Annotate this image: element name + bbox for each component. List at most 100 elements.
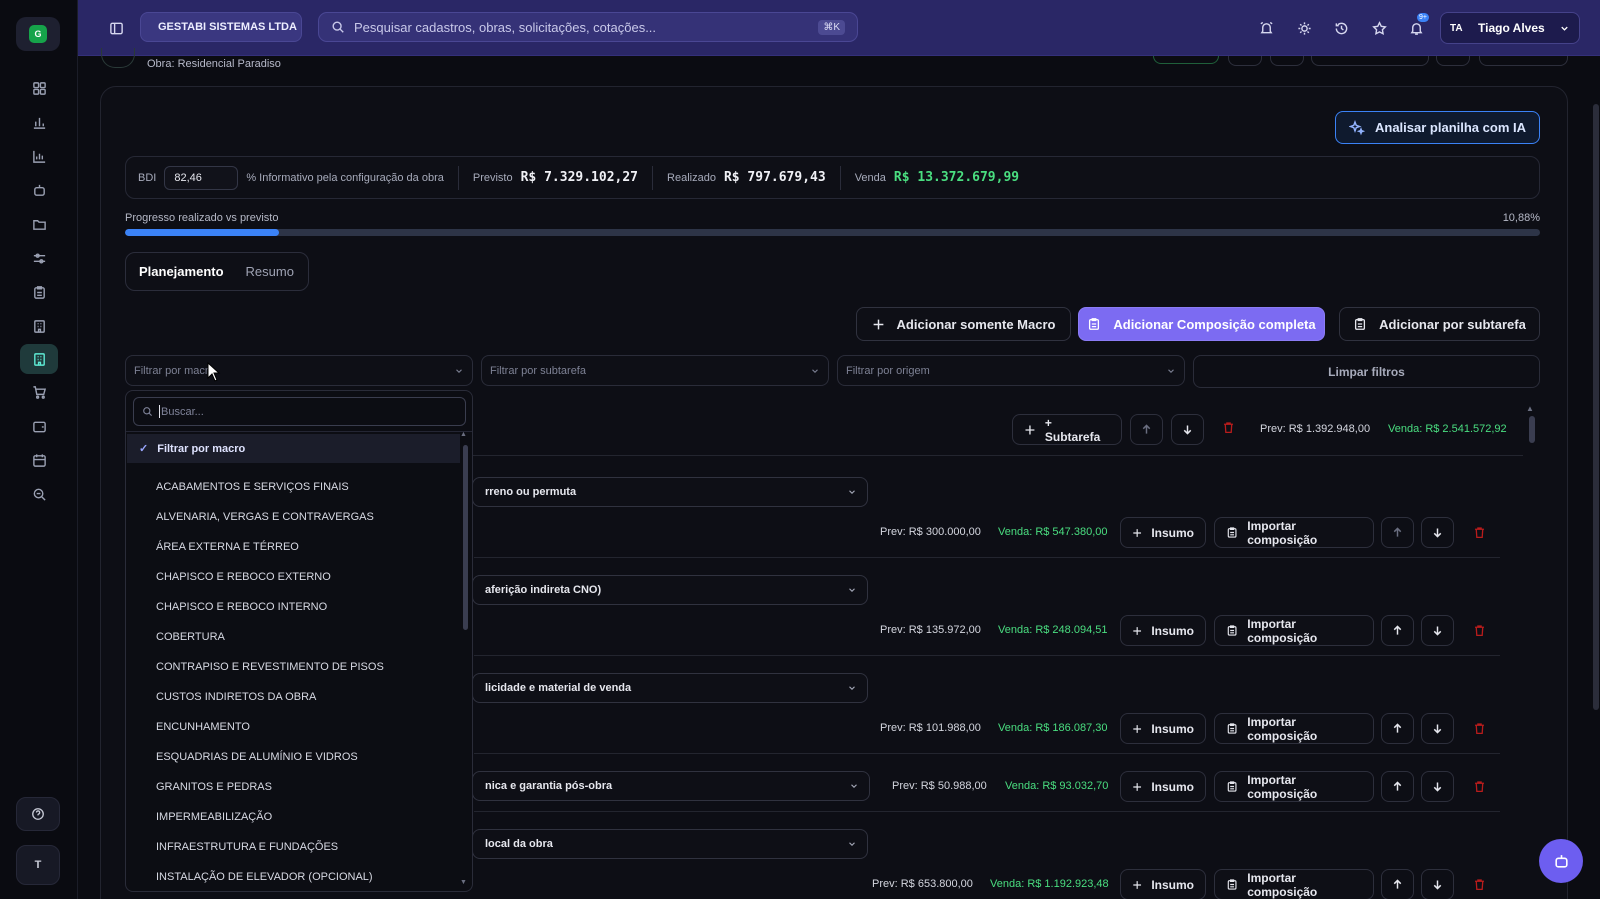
add-insumo-button[interactable]: Insumo <box>1120 517 1206 548</box>
subtask-select[interactable]: rreno ou permuta <box>472 477 868 507</box>
dropdown-option[interactable]: GRANITOS E PEDRAS <box>156 781 272 793</box>
delete-subtask-button[interactable] <box>1473 780 1486 793</box>
alarm-icon[interactable] <box>1257 19 1275 37</box>
sidebar-building-active-icon[interactable] <box>20 344 58 374</box>
sidebar-sliders-icon[interactable] <box>20 244 58 272</box>
sidebar-bar-chart-icon[interactable] <box>20 108 58 136</box>
status-chip[interactable] <box>1153 56 1219 64</box>
dropdown-option[interactable]: CHAPISCO E REBOCO INTERNO <box>156 601 327 613</box>
subtask-filter-select[interactable]: Filtrar por subtarefa <box>481 355 829 386</box>
import-composition-button[interactable]: Importar composição <box>1214 869 1374 899</box>
subtask-select[interactable]: aferição indireta CNO) <box>472 575 868 605</box>
tab-resumo[interactable]: Resumo <box>246 264 294 279</box>
dropdown-option[interactable]: ENCUNHAMENTO <box>156 721 250 733</box>
delete-subtask-button[interactable] <box>1473 624 1486 637</box>
header-action-4[interactable] <box>1436 56 1470 66</box>
sidebar-cart-icon[interactable] <box>20 378 58 406</box>
dropdown-option[interactable]: ÁREA EXTERNA E TÉRREO <box>156 541 299 553</box>
move-up-button[interactable] <box>1381 517 1414 548</box>
global-search-input[interactable]: Pesquisar cadastros, obras, solicitações… <box>318 12 858 42</box>
subtask-select[interactable]: licidade e material de venda <box>472 673 868 703</box>
add-insumo-button[interactable]: Insumo <box>1120 615 1206 646</box>
add-macro-button[interactable]: Adicionar somente Macro <box>856 307 1071 341</box>
trash-icon[interactable] <box>1222 421 1235 434</box>
dropdown-option[interactable]: INFRAESTRUTURA E FUNDAÇÕES <box>156 841 338 853</box>
move-up-button[interactable] <box>1381 869 1414 899</box>
move-up-button[interactable] <box>1130 414 1163 445</box>
move-up-button[interactable] <box>1381 615 1414 646</box>
sidebar-calendar-icon[interactable] <box>20 446 58 474</box>
import-composition-button[interactable]: Importar composição <box>1214 771 1374 802</box>
dropdown-scroll-down-icon[interactable]: ▼ <box>460 879 467 886</box>
sidebar-wallet-icon[interactable] <box>20 412 58 440</box>
dropdown-option[interactable]: ACABAMENTOS E SERVIÇOS FINAIS <box>156 481 349 493</box>
inner-scrollbar[interactable] <box>1529 416 1535 443</box>
sidebar-search-zoom-icon[interactable] <box>20 480 58 508</box>
dropdown-option-selected[interactable]: ✓ Filtrar por macro <box>127 434 460 463</box>
macro-filter-select[interactable]: Filtrar por macro <box>125 355 473 386</box>
dropdown-search-input[interactable]: Buscar... <box>133 397 466 426</box>
user-menu[interactable]: TA Tiago Alves <box>1440 12 1580 44</box>
delete-subtask-button[interactable] <box>1473 526 1486 539</box>
header-action-3[interactable] <box>1311 56 1429 66</box>
import-composition-button[interactable]: Importar composição <box>1214 713 1374 744</box>
move-down-button[interactable] <box>1421 869 1454 899</box>
header-action-5[interactable] <box>1479 56 1568 66</box>
company-selector[interactable]: GESTABI SISTEMAS LTDA <box>140 12 302 42</box>
dropdown-option[interactable]: CONTRAPISO E REVESTIMENTO DE PISOS <box>156 661 384 673</box>
add-insumo-button[interactable]: Insumo <box>1120 771 1206 802</box>
user-avatar[interactable]: T <box>16 845 60 885</box>
move-down-button[interactable] <box>1421 517 1454 548</box>
add-subtask-button[interactable]: Adicionar por subtarefa <box>1339 307 1540 341</box>
dropdown-option[interactable]: INSTALAÇÃO DE ELEVADOR (OPCIONAL) <box>156 871 373 883</box>
subtask-select[interactable]: nica e garantia pós-obra <box>472 771 870 801</box>
move-down-button[interactable] <box>1421 771 1454 802</box>
dropdown-option[interactable]: ALVENARIA, VERGAS E CONTRAVERGAS <box>156 511 374 523</box>
header-action-1[interactable] <box>1228 56 1262 66</box>
import-label: Importar composição <box>1247 772 1318 801</box>
dropdown-scrollbar[interactable] <box>463 445 468 630</box>
dropdown-option[interactable]: IMPERMEABILIZAÇÃO <box>156 811 272 823</box>
analyze-ai-button[interactable]: Analisar planilha com IA <box>1335 111 1540 144</box>
dropdown-option[interactable]: ESQUADRIAS DE ALUMÍNIO E VIDROS <box>156 751 358 763</box>
add-subtarefa-button[interactable]: + Subtarefa <box>1012 414 1122 445</box>
subtask-select[interactable]: local da obra <box>472 829 868 859</box>
import-composition-button[interactable]: Importar composição <box>1214 615 1374 646</box>
help-icon[interactable] <box>16 797 60 831</box>
sidebar-dashboard-icon[interactable] <box>20 74 58 102</box>
bdi-input[interactable]: 82,46 <box>164 165 239 190</box>
sidebar-toggle-icon[interactable] <box>106 19 126 37</box>
sidebar-building-icon[interactable] <box>20 312 58 340</box>
dropdown-option[interactable]: COBERTURA <box>156 631 225 643</box>
page-scrollbar[interactable] <box>1593 104 1599 710</box>
delete-subtask-button[interactable] <box>1473 722 1486 735</box>
back-button[interactable] <box>101 48 135 68</box>
import-composition-button[interactable]: Importar composição <box>1214 517 1374 548</box>
sidebar-bot-icon[interactable] <box>20 176 58 204</box>
move-down-button[interactable] <box>1421 615 1454 646</box>
sidebar-folder-icon[interactable] <box>20 210 58 238</box>
add-insumo-button[interactable]: Insumo <box>1120 713 1206 744</box>
dropdown-scroll-up-icon[interactable]: ▲ <box>460 431 467 438</box>
sidebar-clipboard-icon[interactable] <box>20 278 58 306</box>
add-insumo-button[interactable]: Insumo <box>1120 869 1206 899</box>
move-down-button[interactable] <box>1421 713 1454 744</box>
sidebar-bar-chart-2-icon[interactable] <box>20 142 58 170</box>
star-icon[interactable] <box>1370 19 1388 37</box>
dropdown-option[interactable]: CUSTOS INDIRETOS DA OBRA <box>156 691 316 703</box>
move-up-button[interactable] <box>1381 771 1414 802</box>
assistant-fab[interactable] <box>1539 839 1583 883</box>
move-down-button[interactable] <box>1171 414 1204 445</box>
origin-filter-select[interactable]: Filtrar por origem <box>837 355 1185 386</box>
scroll-up-icon[interactable]: ▲ <box>1526 404 1534 413</box>
add-composition-button[interactable]: Adicionar Composição completa <box>1078 307 1325 341</box>
dropdown-option[interactable]: CHAPISCO E REBOCO EXTERNO <box>156 571 331 583</box>
history-icon[interactable] <box>1332 19 1350 37</box>
clear-filters-button[interactable]: Limpar filtros <box>1193 355 1540 388</box>
app-logo[interactable]: G <box>16 17 60 51</box>
header-action-2[interactable] <box>1270 56 1304 66</box>
sun-icon[interactable] <box>1295 19 1313 37</box>
move-up-button[interactable] <box>1381 713 1414 744</box>
delete-subtask-button[interactable] <box>1473 878 1486 891</box>
tab-planejamento[interactable]: Planejamento <box>139 264 224 279</box>
